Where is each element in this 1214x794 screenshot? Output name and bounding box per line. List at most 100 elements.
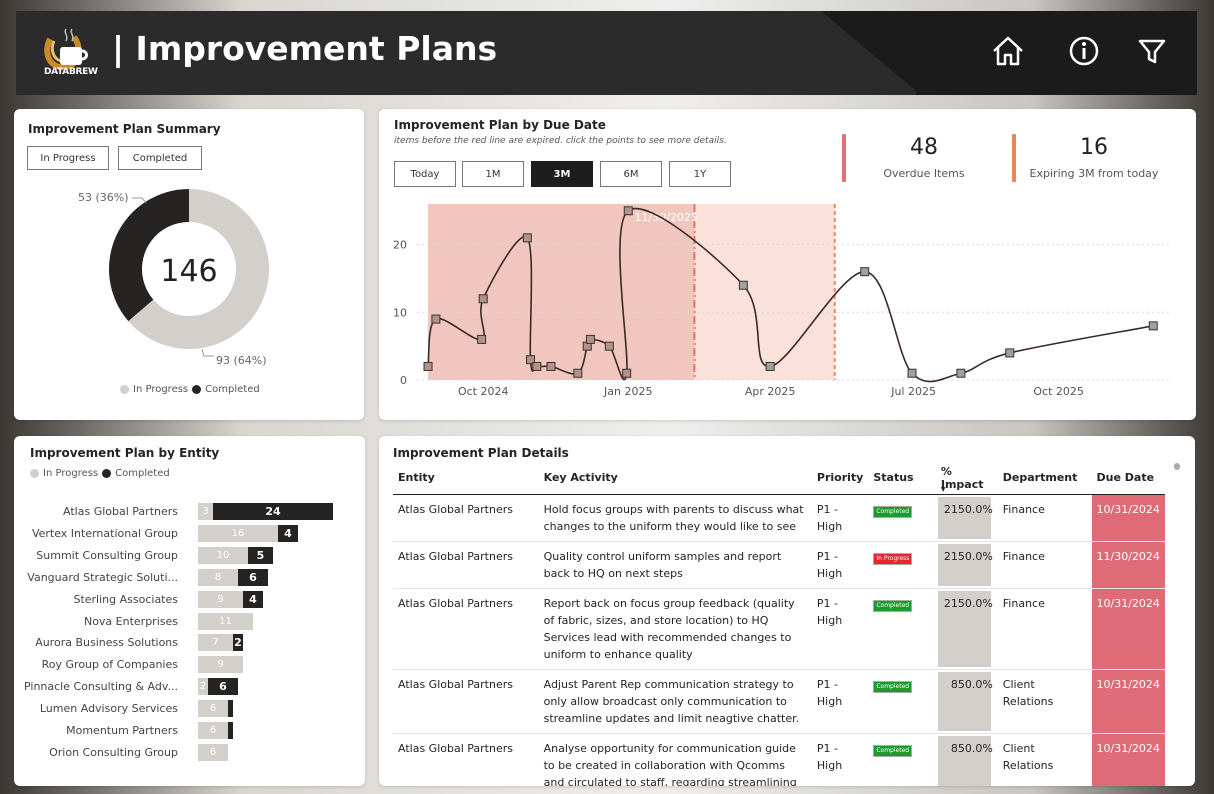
- data-point[interactable]: [738, 280, 748, 290]
- table-row[interactable]: Atlas Global Partners Report back on focu…: [393, 588, 1165, 670]
- table-row[interactable]: Atlas Global Partners Analyse opportunity…: [393, 733, 1165, 786]
- cell-impact: 2150.0%: [935, 494, 998, 542]
- data-point[interactable]: [860, 267, 870, 277]
- bar-completed-value: 24: [265, 505, 281, 518]
- due-date-card: Improvement Plan by Due Date items befor…: [379, 109, 1196, 420]
- entity-bar-row[interactable]: Vertex International Group 16 4: [14, 524, 354, 543]
- bar-in-progress[interactable]: 16: [198, 524, 278, 542]
- home-icon[interactable]: [990, 33, 1026, 69]
- range-6m-button[interactable]: 6M: [600, 161, 662, 187]
- bar-in-progress[interactable]: 3: [198, 503, 213, 520]
- bar-in-progress[interactable]: 2: [198, 678, 208, 696]
- entity-bar-row[interactable]: Atlas Global Partners 3 24: [14, 503, 354, 521]
- cell-impact: 850.0%: [935, 669, 998, 734]
- data-point[interactable]: [431, 314, 441, 324]
- entity-bar-row[interactable]: Vanguard Strategic Soluti... 8 6: [14, 568, 354, 587]
- bar-in-progress[interactable]: 8: [198, 568, 238, 586]
- info-icon[interactable]: [1066, 33, 1102, 69]
- entity-bar-row[interactable]: Sterling Associates 9 4: [14, 590, 354, 609]
- data-point[interactable]: [623, 206, 633, 216]
- column-header-priority[interactable]: Priority: [811, 462, 869, 495]
- bar-in-progress-value: 6: [209, 746, 217, 758]
- bar-completed[interactable]: 6: [238, 568, 268, 586]
- data-point[interactable]: [532, 361, 542, 371]
- column-header-entity[interactable]: Entity: [393, 462, 539, 495]
- data-point[interactable]: [622, 368, 632, 378]
- bar-completed[interactable]: [228, 700, 233, 718]
- summary-legend: In Progress Completed: [120, 384, 260, 395]
- filter-in-progress-button[interactable]: In Progress: [27, 146, 109, 170]
- entity-label: Aurora Business Solutions: [35, 636, 178, 650]
- entity-bar-row[interactable]: Orion Consulting Group 6: [14, 743, 354, 762]
- bar-in-progress[interactable]: 7: [198, 634, 233, 652]
- data-point[interactable]: [585, 334, 595, 344]
- entity-bar-row[interactable]: Summit Consulting Group 10 5: [14, 546, 354, 565]
- entity-label: Lumen Advisory Services: [39, 702, 178, 716]
- filter-completed-button[interactable]: Completed: [118, 146, 202, 170]
- status-badge: Completed: [873, 599, 913, 612]
- entity-bar-chart[interactable]: Atlas Global Partners 3 24 Vertex Internati…: [14, 503, 365, 773]
- entity-bar-row[interactable]: Nova Enterprises 11: [14, 612, 354, 631]
- bar-in-progress[interactable]: 11: [198, 612, 253, 630]
- bar-in-progress[interactable]: 6: [198, 700, 228, 718]
- entity-label: Orion Consulting Group: [49, 745, 178, 759]
- filter-icon[interactable]: [1134, 33, 1170, 69]
- bar-completed-value: 6: [249, 570, 257, 584]
- bar-in-progress[interactable]: 10: [198, 546, 248, 564]
- data-point[interactable]: [423, 361, 433, 371]
- cell-status: Completed: [868, 733, 936, 786]
- table-row[interactable]: Atlas Global Partners Quality control uni…: [393, 541, 1165, 589]
- entity-bar-row[interactable]: Momentum Partners 6: [14, 722, 354, 740]
- cell-due-date: 10/31/2024: [1091, 494, 1165, 542]
- data-point[interactable]: [546, 361, 556, 371]
- data-point[interactable]: [1005, 348, 1015, 358]
- bar-in-progress[interactable]: 6: [198, 743, 228, 761]
- column-header-due-date[interactable]: Due Date: [1091, 462, 1165, 495]
- bar-completed[interactable]: 4: [278, 524, 298, 542]
- entity-bar-row[interactable]: Roy Group of Companies 9: [14, 656, 354, 674]
- column-header-impact[interactable]: % Impact ▼: [935, 462, 998, 495]
- table-row[interactable]: Atlas Global Partners Hold focus groups w…: [393, 494, 1165, 542]
- donut-chart[interactable]: 146 53 (36%) 93 (64%): [14, 169, 364, 394]
- y-tick-label: 20: [393, 239, 407, 252]
- cell-due-date: 11/30/2024: [1091, 541, 1165, 589]
- bar-completed[interactable]: [228, 722, 233, 739]
- range-1y-button[interactable]: 1Y: [669, 161, 731, 187]
- bar-completed[interactable]: 5: [248, 546, 273, 564]
- x-tick-label: Oct 2024: [458, 385, 509, 398]
- entity-bar-row[interactable]: Lumen Advisory Services 6: [14, 700, 354, 718]
- table-row[interactable]: Atlas Global Partners Adjust Parent Rep c…: [393, 669, 1165, 734]
- cell-entity: Atlas Global Partners: [393, 669, 539, 734]
- entity-bar-row[interactable]: Aurora Business Solutions 7 2: [14, 634, 354, 652]
- data-point[interactable]: [478, 294, 488, 304]
- data-point[interactable]: [956, 368, 966, 378]
- range-1m-button[interactable]: 1M: [462, 161, 524, 187]
- column-header-department[interactable]: Department: [997, 462, 1092, 495]
- cell-impact: 850.0%: [935, 733, 998, 786]
- bar-in-progress[interactable]: 9: [198, 590, 243, 608]
- data-point[interactable]: [604, 341, 614, 351]
- data-point[interactable]: [1148, 321, 1158, 331]
- data-point[interactable]: [765, 361, 775, 371]
- data-point[interactable]: [907, 368, 917, 378]
- due-date-line-chart[interactable]: 11/30/2025 0 10 20 Oct 2024 Jan 2025 Apr 2025 J…: [379, 194, 1196, 414]
- data-point[interactable]: [522, 233, 532, 243]
- column-header-status[interactable]: Status: [868, 462, 936, 495]
- table-scrollbar[interactable]: [1174, 463, 1180, 470]
- bar-completed[interactable]: 4: [243, 590, 263, 608]
- range-today-button[interactable]: Today: [394, 161, 456, 187]
- entity-bar-row[interactable]: Pinnacle Consulting & Adv... 2 6: [14, 678, 354, 696]
- cell-priority: P1 - High: [811, 733, 869, 786]
- bar-completed[interactable]: 2: [233, 634, 243, 652]
- bar-completed[interactable]: 6: [208, 678, 238, 696]
- bar-in-progress-value: 6: [209, 725, 217, 736]
- range-3m-button[interactable]: 3M: [531, 161, 593, 187]
- bar-in-progress[interactable]: 6: [198, 722, 228, 739]
- bar-completed-value: 2: [234, 636, 242, 650]
- bar-in-progress[interactable]: 9: [198, 656, 243, 674]
- data-point[interactable]: [573, 368, 583, 378]
- entity-legend: In Progress Completed: [30, 468, 170, 479]
- bar-completed[interactable]: 24: [213, 503, 333, 520]
- data-point[interactable]: [477, 334, 487, 344]
- column-header-key-activity[interactable]: Key Activity: [538, 462, 812, 495]
